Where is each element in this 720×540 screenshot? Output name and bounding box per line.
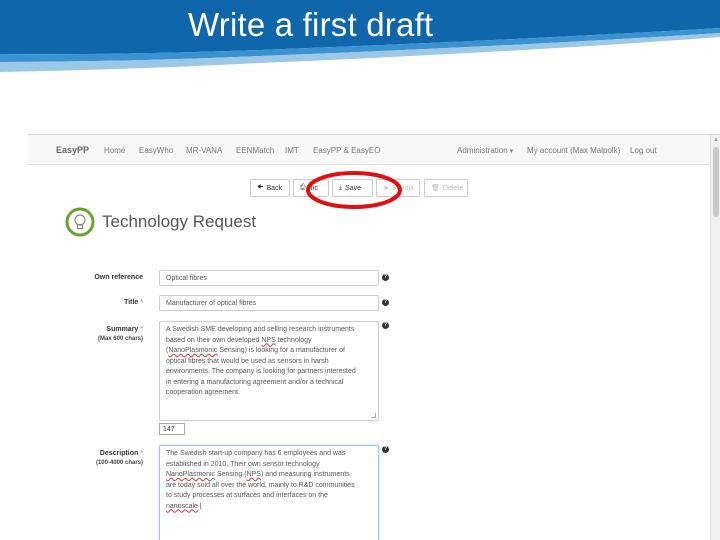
title-input[interactable]: Manufacturer of optical fibres [159,295,379,311]
description-textarea[interactable]: The Swedish start-up company has 6 emplo… [159,445,379,540]
back-label: Back [266,184,283,192]
summary-nps-word: NPS [261,336,276,344]
description-nanoscale-word: nanoscale [166,502,198,510]
text-caret: | [199,502,202,510]
description-line-2: established in 2010. Their own sensor te… [166,460,320,468]
trash-icon: 🗑 [431,185,440,192]
nav-imt[interactable]: IMT [285,146,299,155]
description-nanoplasmonic-word: NanoPlasmonic [166,471,216,478]
nav-easypp-easyeo[interactable]: EasyPP & EasyEO [313,146,380,155]
slide-title: Write a first draft [188,6,434,43]
summary-line-2: based on their own developed NPS technol… [166,336,372,347]
summary-line-5: environments. The company is looking for… [166,368,356,375]
page-heading: Technology Request [102,212,257,231]
nav-eenmatch[interactable]: EENMatch [236,146,274,155]
arrow-left-icon: 🠈 [257,183,264,191]
nav-administration[interactable]: Administration [457,146,513,155]
summary-label-text: Summary [106,326,139,333]
own-reference-label-text: Own reference [94,274,143,281]
summary-line-4: optical fibres that would be used as sen… [166,357,329,365]
slide-header: Write a first draft [0,0,720,75]
summary-limit-label: (Max 600 chars) [97,336,143,342]
back-button[interactable]: 🠈 Back [250,179,290,197]
scroll-thumb[interactable] [713,147,719,217]
description-sensing-text: Sensing ( [215,471,247,478]
vertical-scrollbar[interactable]: ▲ [710,135,720,540]
summary-line-2-text: based on their own developed [166,336,262,344]
summary-line-6: in entering a manufacturing agreement an… [166,378,344,386]
description-nps-word: NPS [246,471,261,478]
summary-resize-handle[interactable] [371,413,376,418]
description-required-mark: * [140,450,143,457]
description-label-text: Description [99,450,139,457]
summary-line-1: A Swedish SME developing and selling res… [166,326,355,333]
nav-my-account[interactable]: My account (Max Malpolk) [527,146,620,155]
own-reference-input[interactable]: Optical fibres [159,270,379,286]
delete-button[interactable]: 🗑 Delete [424,179,468,197]
nav-home[interactable]: Home [104,146,125,155]
own-reference-label: Own reference [28,274,143,281]
summary-line-3: (NanoPlasmonic Sensing) is looking for a… [166,346,372,357]
description-line-4: are today sold all over the world, mainl… [166,481,355,489]
summary-nanoplasmonic-word: NanoPlasmonic [168,347,218,354]
nav-log-out[interactable]: Log out [630,146,657,155]
summary-line-3-rest: Sensing) is looking for a manufacturer o… [217,347,345,354]
scroll-up-icon[interactable]: ▲ [712,136,720,144]
summary-technology-word: technology [277,336,312,344]
summary-label: Summary * [28,326,143,333]
title-help-icon[interactable]: ? [382,299,389,306]
own-reference-help-icon[interactable]: ? [382,274,389,281]
delete-label: Delete [442,184,464,192]
save-highlight-circle [306,171,402,209]
summary-line-7: cooperation agreement. [166,389,240,396]
description-label: Description * [28,450,143,457]
summary-textarea[interactable]: A Swedish SME developing and selling res… [159,321,379,421]
title-label: Title * [28,299,143,306]
summary-help-icon[interactable]: ? [382,322,389,329]
title-required-mark: * [140,299,143,306]
top-navbar: EasyPP Home EasyWho MR-VANA EENMatch IMT… [28,135,710,165]
description-help-icon[interactable]: ? [382,446,389,453]
description-limit-label: (100-4000 chars) [95,460,143,466]
nav-easywho[interactable]: EasyWho [139,146,173,155]
title-label-text: Title [124,299,139,306]
description-line-3-rest: ) and measuring instruments [260,471,350,478]
summary-required-mark: * [140,326,143,333]
lightbulb-icon [65,207,95,237]
summary-char-counter: 147 [159,423,185,435]
description-line-6: nanoscale | [166,502,372,513]
description-line-3: NanoPlasmonic Sensing (NPS) and measurin… [166,470,372,481]
nav-mr-vana[interactable]: MR-VANA [186,146,222,155]
description-line-1: The Swedish start-up company has 6 emplo… [166,450,346,457]
description-line-5: to study processes at surfaces and inter… [166,492,328,499]
brand-logo[interactable]: EasyPP [56,145,89,155]
